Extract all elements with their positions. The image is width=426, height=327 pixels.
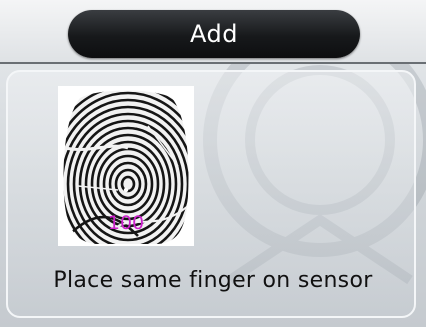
instruction-text: Place same finger on sensor: [53, 268, 373, 293]
title-divider: [0, 62, 426, 64]
title-pill: Add: [68, 10, 360, 58]
enroll-screen: Add 100 Place same finger on sensor: [0, 0, 426, 327]
quality-score: 100: [107, 212, 145, 234]
page-title: Add: [190, 20, 238, 48]
title-bar: Add: [0, 0, 426, 62]
